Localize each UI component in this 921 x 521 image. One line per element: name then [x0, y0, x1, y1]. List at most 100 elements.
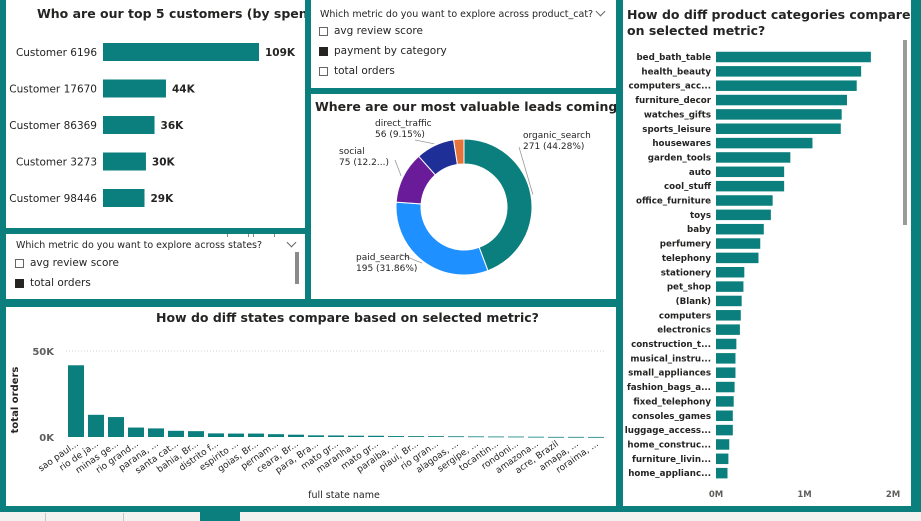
category-label: computers: [659, 311, 711, 321]
state-bar: [368, 435, 384, 437]
checkbox[interactable]: [319, 46, 328, 56]
customer-value-label: 44K: [172, 84, 196, 96]
y-tick-label: 50K: [32, 347, 55, 358]
category-bar: [716, 396, 734, 407]
frame-right: [911, 0, 921, 512]
x-tick-label: 1M: [797, 490, 811, 500]
category-bar: [716, 439, 730, 450]
states-panel[interactable]: How do diff states compare based on sele…: [6, 307, 616, 506]
slicer-option-payment-by-category[interactable]: payment by category: [319, 45, 447, 57]
state-bar: [528, 436, 544, 438]
donut-slice-name: paid_search: [356, 253, 410, 263]
customer-bar: [103, 79, 166, 98]
category-label: sports_leisure: [642, 125, 711, 135]
category-label: construction_t...: [631, 340, 711, 350]
state-bar: [428, 436, 444, 437]
state-bar: [248, 433, 264, 437]
customer-bar: [103, 152, 146, 171]
slicer-option-label: avg review score: [30, 257, 119, 269]
category-bar: [716, 94, 847, 106]
slicer-option-total-orders[interactable]: total orders: [319, 65, 395, 77]
category-bar: [716, 66, 862, 77]
category-bar: [716, 180, 785, 192]
leads-donut-chart: organic_search271 (44.28%) paid_search195…: [339, 119, 591, 276]
chevron-down-icon[interactable]: [286, 237, 297, 248]
category-bar: [716, 338, 737, 350]
product-cat-slicer[interactable]: Which metric do you want to explore acro…: [311, 0, 616, 88]
slicer-scrollbar[interactable]: [295, 252, 299, 284]
chart-scrollbar[interactable]: [903, 40, 907, 225]
category-bar: [716, 51, 871, 63]
checkbox[interactable]: [319, 66, 328, 76]
category-bar: [716, 324, 740, 335]
state-bar: [448, 436, 464, 438]
donut-slice-name: social: [339, 147, 365, 157]
category-bar: [716, 238, 761, 249]
customer-value-label: 36K: [161, 120, 185, 132]
slicer-option-label: avg review score: [334, 25, 423, 37]
top-customers-panel[interactable]: Who are our top 5 customers (by spend)? …: [6, 0, 305, 228]
states-slicer-header: Which metric do you want to explore acro…: [16, 240, 263, 251]
state-bar: [288, 434, 304, 437]
active-page-tab[interactable]: [200, 512, 240, 521]
category-bar: [716, 424, 733, 436]
y-axis-title: total orders: [10, 367, 21, 434]
top-customers-chart: Customer 6196 109K Customer 17670 44K Custom…: [9, 43, 296, 207]
divider-h-main: [0, 299, 616, 307]
category-label: watches_gifts: [644, 110, 711, 120]
product-categories-bar-chart: bed_bath_table health_beauty computers_acc…: [625, 51, 900, 500]
category-label: stationery: [661, 268, 712, 278]
slicer-option-label: total orders: [334, 65, 395, 77]
focus-mode-icon[interactable]: [227, 234, 249, 237]
chevron-down-icon[interactable]: [595, 6, 606, 17]
category-label: cool_stuff: [664, 182, 712, 192]
category-bar: [716, 80, 857, 91]
state-bar: [108, 417, 124, 437]
category-label: perfumery: [660, 240, 712, 250]
donut-slice-name: organic_search: [523, 131, 591, 141]
states-slicer[interactable]: Which metric do you want to explore acro…: [6, 234, 305, 299]
customer-label: Customer 17670: [9, 84, 97, 96]
state-bar: [388, 436, 404, 437]
state-bar: [468, 436, 484, 438]
product-categories-panel[interactable]: How do diff product categories compare b…: [623, 0, 911, 506]
state-bar: [208, 433, 224, 437]
state-bar: [168, 430, 184, 437]
customer-label: Customer 98446: [9, 193, 97, 205]
category-bar: [716, 410, 733, 421]
slicer-option-avg-review-score[interactable]: avg review score: [15, 257, 119, 269]
category-label: furniture_decor: [635, 96, 711, 106]
category-label: consoles_games: [632, 412, 711, 422]
more-options-icon[interactable]: [253, 234, 275, 237]
category-label: health_beauty: [641, 67, 711, 77]
checkbox[interactable]: [15, 278, 24, 288]
customer-bar: [103, 116, 155, 134]
state-bar: [348, 435, 364, 437]
leads-panel[interactable]: Where are our most valuable leads coming…: [311, 94, 616, 299]
donut-slice-value: 56 (9.15%): [375, 130, 425, 140]
category-label: electronics: [657, 326, 711, 336]
customer-label: Customer 3273: [16, 157, 97, 169]
slicer-option-avg-review-score[interactable]: avg review score: [319, 25, 423, 37]
category-bar: [716, 223, 764, 235]
category-bar: [716, 166, 785, 178]
category-bar: [716, 381, 735, 393]
category-bar: [716, 123, 841, 134]
category-label: (Blank): [676, 297, 711, 307]
category-bar: [716, 209, 771, 221]
category-label: home_construc...: [627, 440, 711, 450]
category-bar: [716, 367, 736, 378]
donut-leader-line: [414, 139, 435, 145]
category-label: fashion_bags_a...: [627, 383, 711, 393]
slicer-option-label: total orders: [30, 277, 91, 289]
state-bar: [68, 365, 84, 437]
checkbox[interactable]: [15, 258, 24, 268]
category-bar: [716, 195, 773, 206]
x-tick-label: 0M: [709, 490, 723, 500]
state-bar: [408, 436, 424, 437]
checkbox[interactable]: [319, 26, 328, 36]
customer-value-label: 109K: [265, 47, 296, 59]
customer-bar: [103, 189, 145, 207]
slicer-option-total-orders[interactable]: total orders: [15, 277, 91, 289]
category-label: telephony: [662, 254, 711, 264]
